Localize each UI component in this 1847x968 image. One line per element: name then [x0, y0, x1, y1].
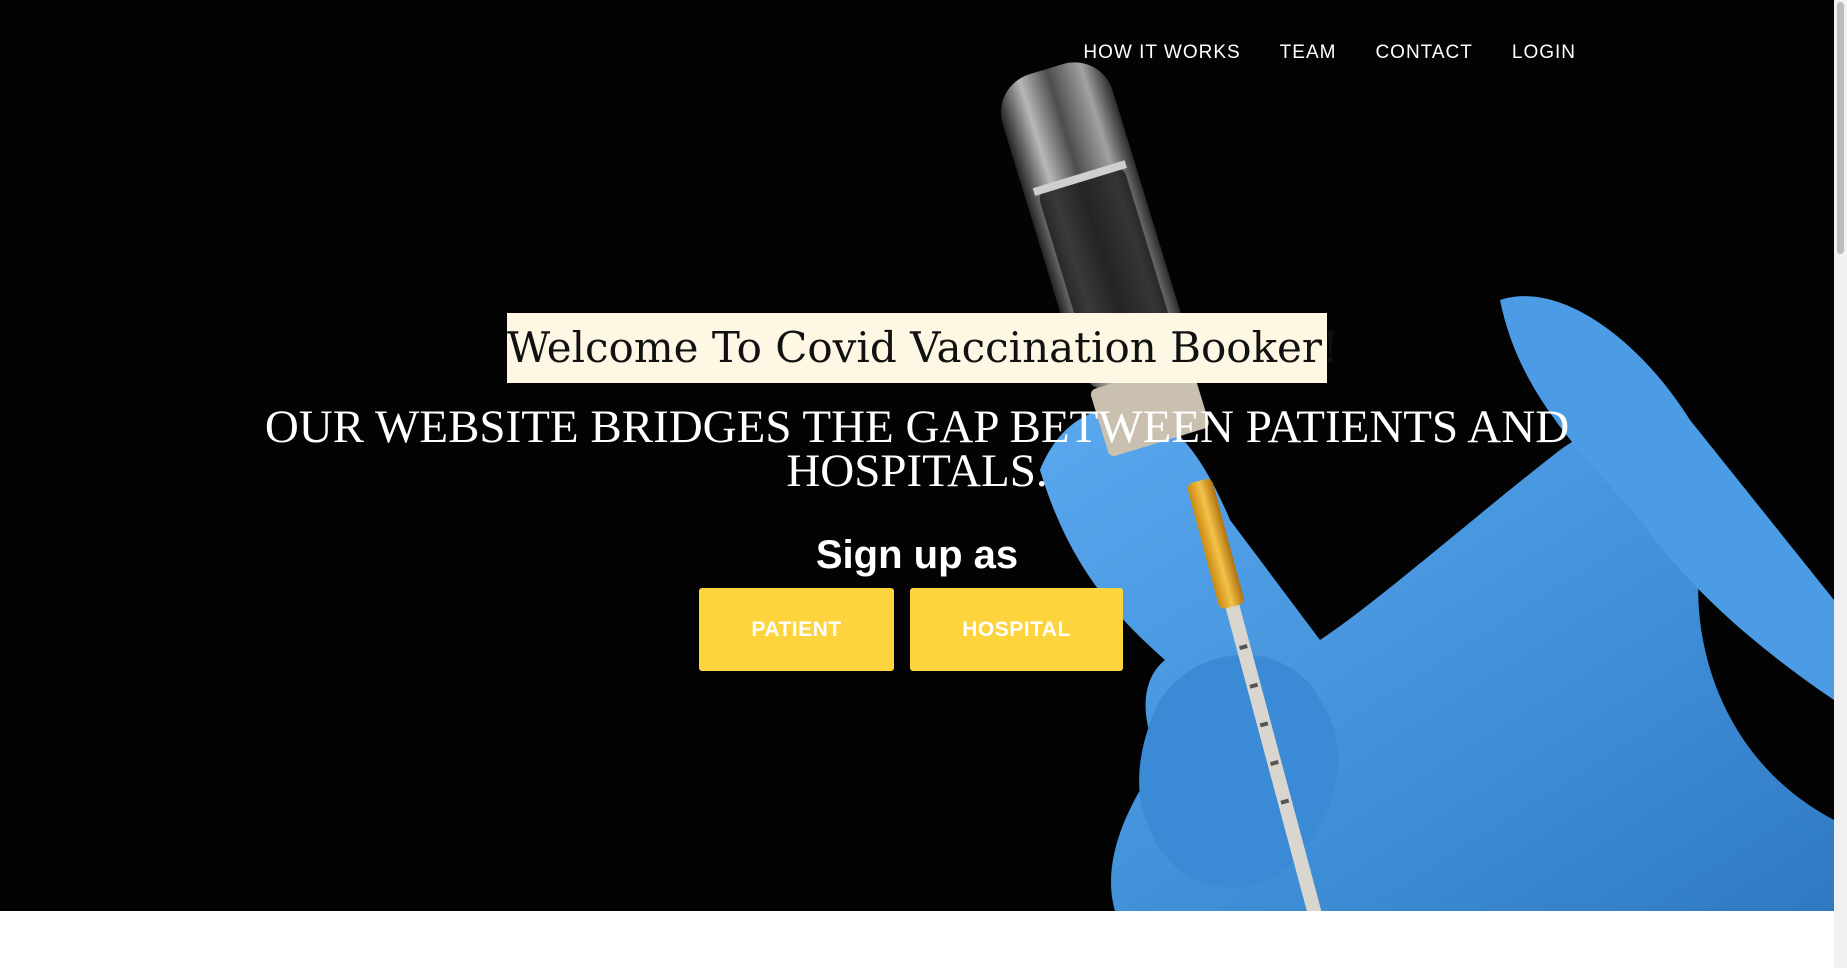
- nav-contact-link[interactable]: CONTACT: [1375, 41, 1472, 65]
- signup-hospital-button[interactable]: HOSPITAL: [910, 588, 1123, 671]
- signup-label: Sign up as: [815, 533, 1019, 577]
- nav-login-link[interactable]: LOGIN: [1512, 41, 1576, 65]
- top-nav: HOW IT WORKS TEAM CONTACT LOGIN: [1044, 41, 1576, 65]
- signup-patient-button[interactable]: PATIENT: [699, 588, 894, 671]
- nav-team-link[interactable]: TEAM: [1280, 41, 1337, 65]
- page-scrollbar[interactable]: [1834, 0, 1847, 968]
- nav-how-it-works-link[interactable]: HOW IT WORKS: [1083, 41, 1240, 65]
- hero-section: HOW IT WORKS TEAM CONTACT LOGIN Welcome …: [0, 0, 1834, 911]
- welcome-heading: Welcome To Covid Vaccination Booker!: [507, 313, 1339, 383]
- scrollbar-thumb[interactable]: [1837, 2, 1844, 254]
- page: HOW IT WORKS TEAM CONTACT LOGIN Welcome …: [0, 0, 1847, 968]
- tagline-text: OUR WEBSITE BRIDGES THE GAP BETWEEN PATI…: [264, 401, 1570, 497]
